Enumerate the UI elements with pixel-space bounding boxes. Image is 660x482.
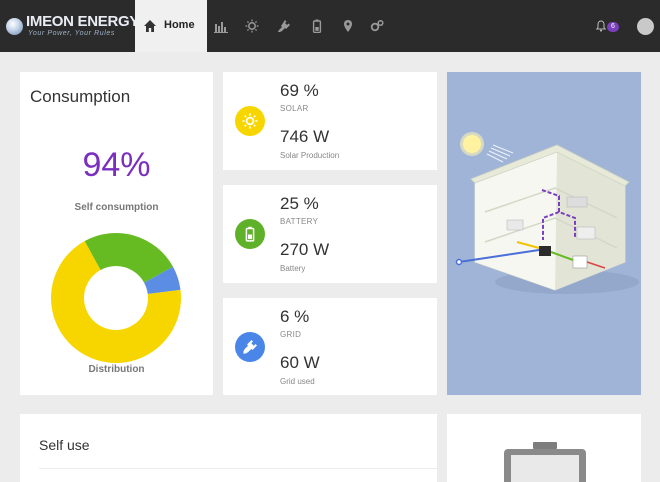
nav-map-marker-icon[interactable]: [341, 19, 355, 33]
battery-watts: 270 W: [280, 240, 330, 259]
solar-card[interactable]: 69 % SOLAR 746 W Solar Production: [223, 72, 437, 170]
self-use-card: Self use: [20, 414, 437, 482]
home-icon: [144, 20, 156, 32]
grid-label: GRID: [280, 330, 302, 339]
top-navbar: IMEON ENERGY Your Power, Your Rules Home…: [0, 0, 660, 52]
nav-home-tab[interactable]: Home: [135, 0, 207, 52]
brand-tagline: Your Power, Your Rules: [28, 30, 116, 37]
distribution-donut-chart: [51, 233, 181, 363]
solar-label: SOLAR: [280, 104, 309, 113]
nav-sun-icon[interactable]: [245, 19, 259, 33]
grid-description: Grid used: [280, 377, 315, 386]
nav-chart-icon[interactable]: [214, 19, 228, 33]
plug-icon: [243, 340, 257, 354]
logo-orb-icon: [6, 18, 23, 35]
self-consumption-label: Self consumption: [74, 202, 159, 213]
grid-badge: [235, 332, 265, 362]
battery-icon: [245, 226, 255, 242]
bell-icon[interactable]: [596, 20, 606, 32]
nav-battery-icon[interactable]: [310, 19, 324, 33]
brand-logo[interactable]: IMEON ENERGY Your Power, Your Rules: [6, 10, 140, 42]
self-use-title: Self use: [39, 437, 90, 453]
house-energy-illustration: [455, 132, 639, 294]
nav-cogs-icon[interactable]: [370, 19, 384, 33]
user-avatar[interactable]: [637, 18, 654, 35]
battery-card[interactable]: 25 % BATTERY 270 W Battery: [223, 185, 437, 283]
self-consumption-percent: 94%: [82, 146, 151, 184]
solar-description: Solar Production: [280, 151, 340, 160]
grid-card[interactable]: 6 % GRID 60 W Grid used: [223, 298, 437, 395]
sun-icon: [242, 113, 258, 129]
battery-label: BATTERY: [280, 217, 319, 226]
consumption-card: Consumption 94% Self consumption Distrib…: [20, 72, 213, 395]
solar-percent: 69 %: [280, 81, 319, 100]
solar-badge: [235, 106, 265, 136]
solar-watts: 746 W: [280, 127, 330, 146]
divider: [39, 468, 437, 469]
battery-badge: [235, 219, 265, 249]
consumption-title: Consumption: [30, 87, 131, 106]
grid-percent: 6 %: [280, 307, 310, 326]
distribution-label: Distribution: [88, 364, 145, 375]
nav-plug-icon[interactable]: [277, 19, 291, 33]
grid-watts: 60 W: [280, 353, 320, 372]
notification-badge[interactable]: 6: [607, 22, 619, 32]
battery-status-card: [447, 414, 641, 482]
battery-level-icon: [504, 442, 586, 482]
brand-name: IMEON ENERGY: [26, 13, 140, 30]
house-illustration-card: [447, 72, 641, 395]
battery-description: Battery: [280, 264, 306, 273]
battery-percent: 25 %: [280, 194, 319, 213]
nav-home-label: Home: [164, 19, 195, 31]
sun-illustration-icon: [463, 135, 481, 153]
